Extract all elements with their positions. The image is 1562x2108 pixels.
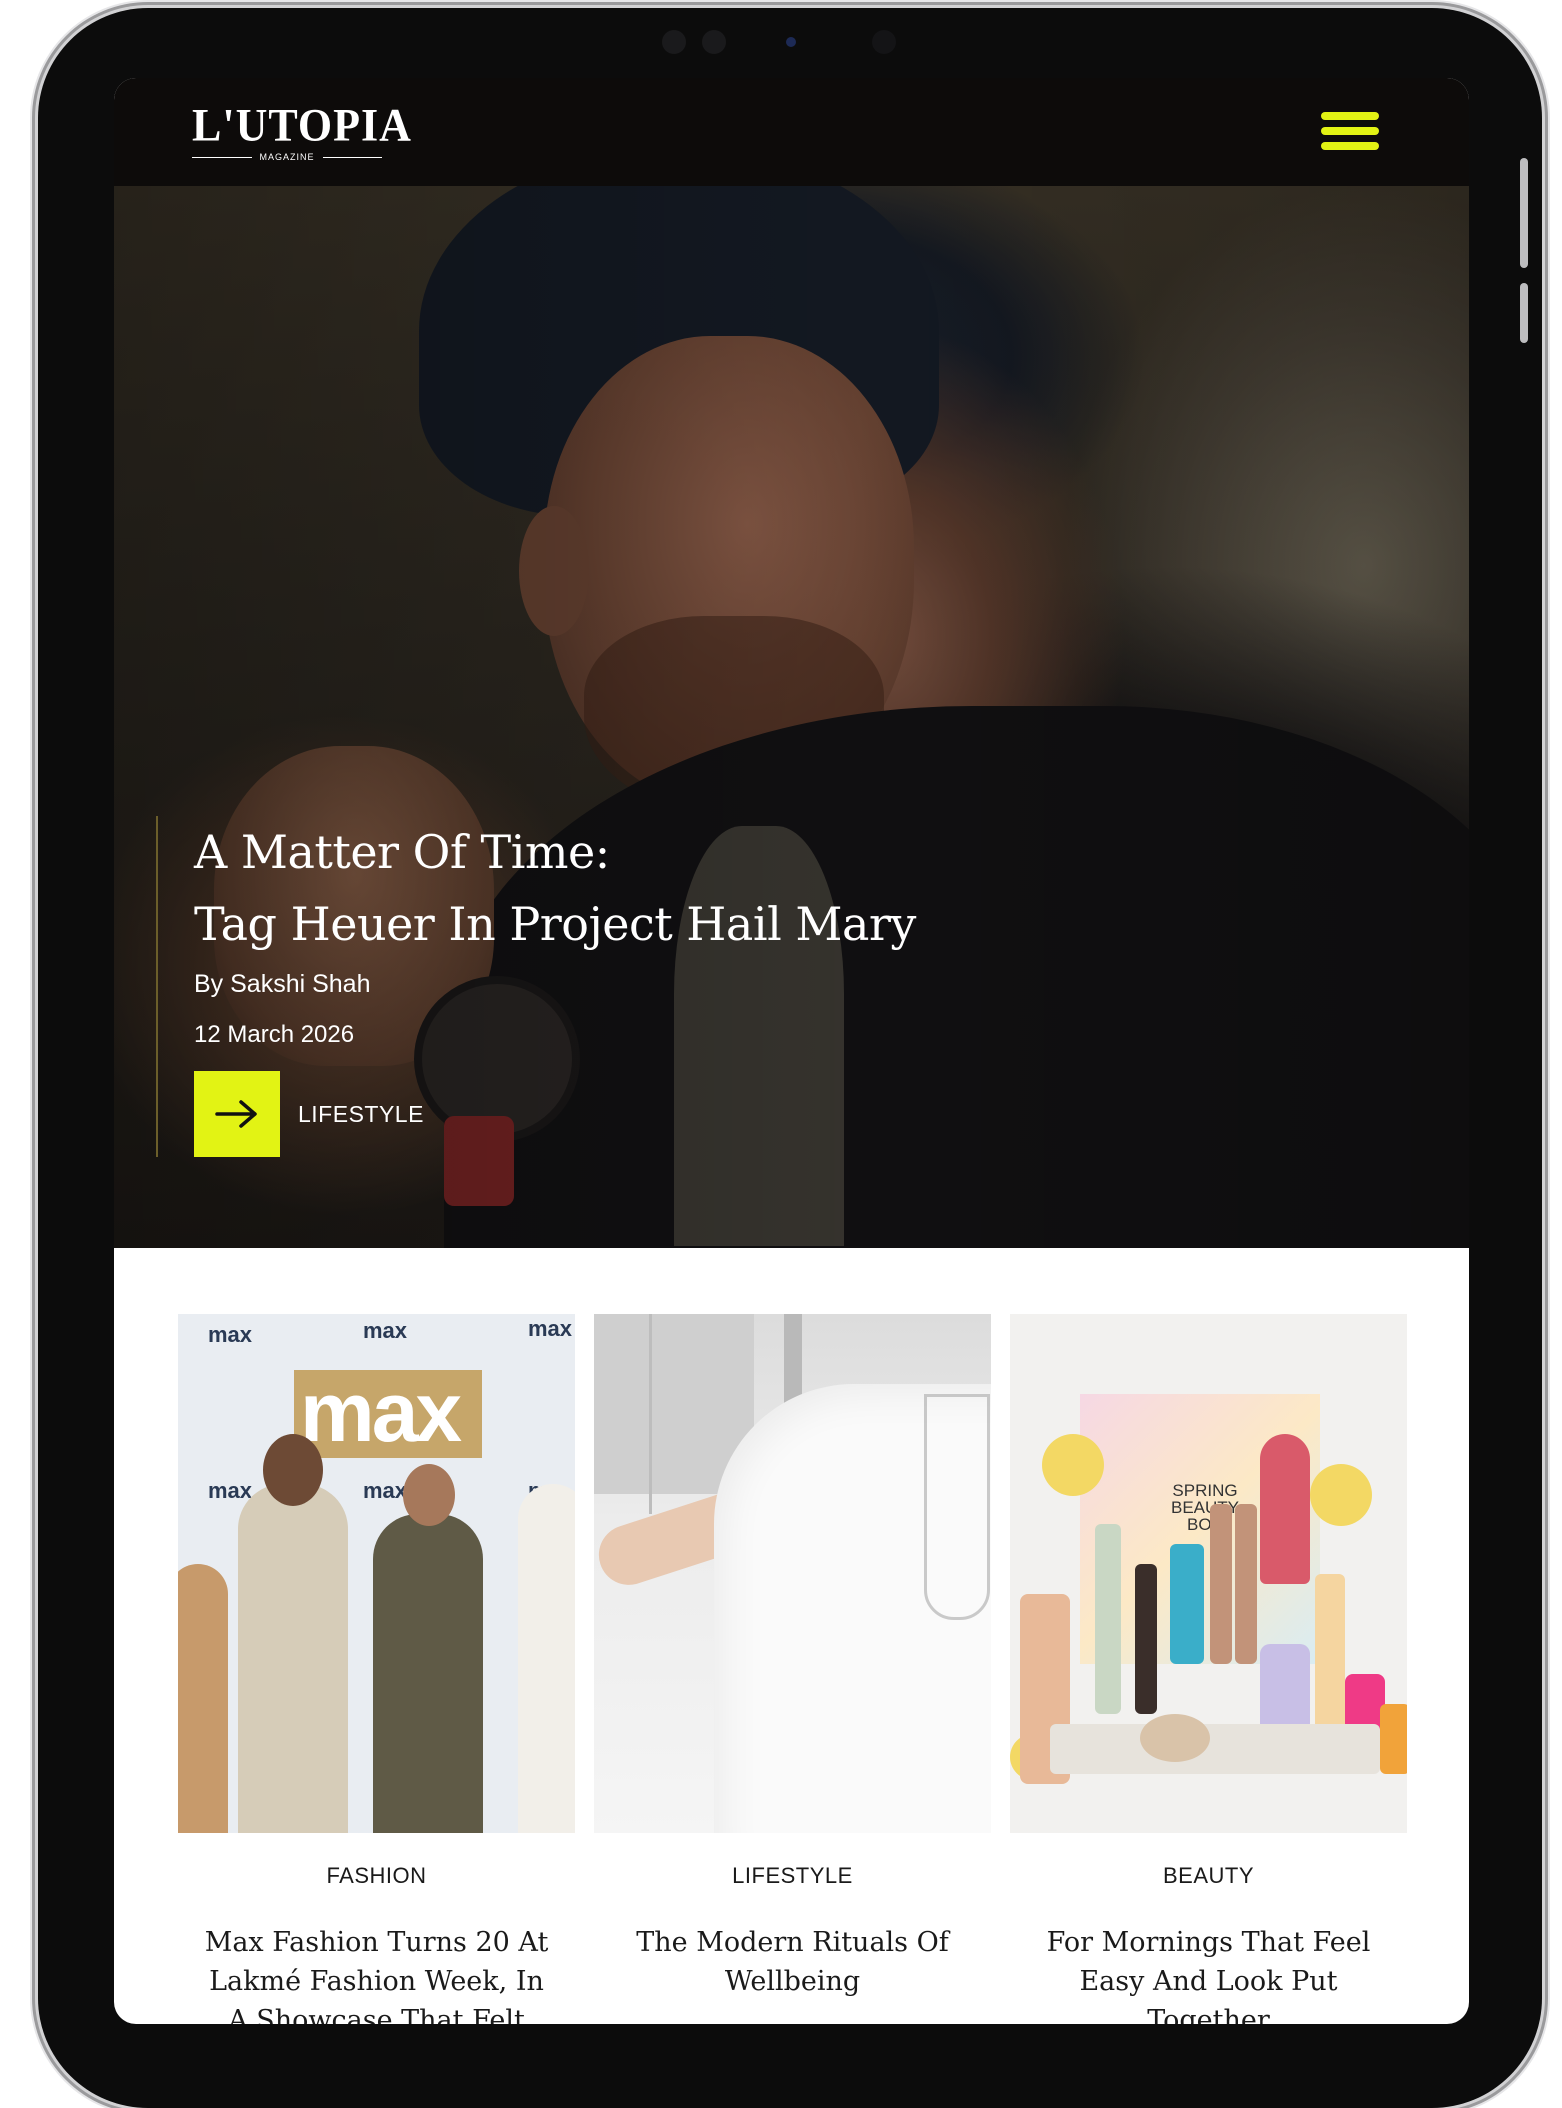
camera-bar <box>640 22 940 62</box>
hero-author[interactable]: By Sakshi Shah <box>194 970 1094 999</box>
article-title[interactable]: Max Fashion Turns 20 At Lakmé Fashion We… <box>178 1923 575 2024</box>
article-image[interactable] <box>594 1314 991 1833</box>
hero-date: 12 March 2026 <box>194 1021 355 1048</box>
article-image[interactable]: max max max max max mc max <box>178 1314 575 1833</box>
arrow-right-icon[interactable] <box>194 1071 280 1157</box>
camera-lens <box>786 37 796 47</box>
hero-title-line-2: Tag Heuer In Project Hail Mary <box>194 897 916 951</box>
hero-title[interactable]: A Matter Of Time: Tag Heuer In Project H… <box>194 816 1094 960</box>
article-title[interactable]: The Modern Rituals Of Wellbeing <box>594 1923 991 2001</box>
hamburger-menu-icon[interactable] <box>1321 112 1379 152</box>
site-logo[interactable]: L'UTOPIA MAGAZINE <box>192 99 412 162</box>
logo-wordmark: L'UTOPIA <box>192 99 412 152</box>
article-card[interactable]: max max max max max mc max FASHION Max F… <box>178 1314 575 2024</box>
hero-text-block: A Matter Of Time: Tag Heuer In Project H… <box>156 816 1094 1157</box>
article-category[interactable]: LIFESTYLE <box>594 1863 991 1889</box>
article-card[interactable]: LIFESTYLE The Modern Rituals Of Wellbein… <box>594 1314 991 2024</box>
hero-category-link[interactable]: LIFESTYLE <box>298 1101 424 1128</box>
power-button <box>1520 283 1528 343</box>
sensor-dot <box>872 30 896 54</box>
article-title[interactable]: For Mornings That Feel Easy And Look Put… <box>1010 1923 1407 2024</box>
screen: L'UTOPIA MAGAZINE A Matter Of Time: Tag … <box>114 78 1469 2024</box>
hero-title-line-1: A Matter Of Time: <box>194 825 610 879</box>
brand-mark: max <box>300 1365 462 1459</box>
article-card[interactable]: SPRING BEAUTY BOX BEAUTY For Mornings Th… <box>1010 1314 1407 2024</box>
article-grid: max max max max max mc max FASHION Max F… <box>178 1314 1408 2024</box>
volume-button <box>1520 158 1528 268</box>
logo-subtext: MAGAZINE <box>259 152 315 162</box>
max-logo-panel: max <box>294 1365 482 1459</box>
site-header: L'UTOPIA MAGAZINE <box>114 78 1469 186</box>
article-category[interactable]: FASHION <box>178 1863 575 1889</box>
article-image[interactable]: SPRING BEAUTY BOX <box>1010 1314 1407 1833</box>
logo-tagline: MAGAZINE <box>192 152 383 162</box>
sensor-dot <box>702 30 726 54</box>
hero-featured-article[interactable]: A Matter Of Time: Tag Heuer In Project H… <box>114 186 1469 1248</box>
article-category[interactable]: BEAUTY <box>1010 1863 1407 1889</box>
sensor-dot <box>662 30 686 54</box>
hero-cta: LIFESTYLE <box>194 1071 1094 1157</box>
